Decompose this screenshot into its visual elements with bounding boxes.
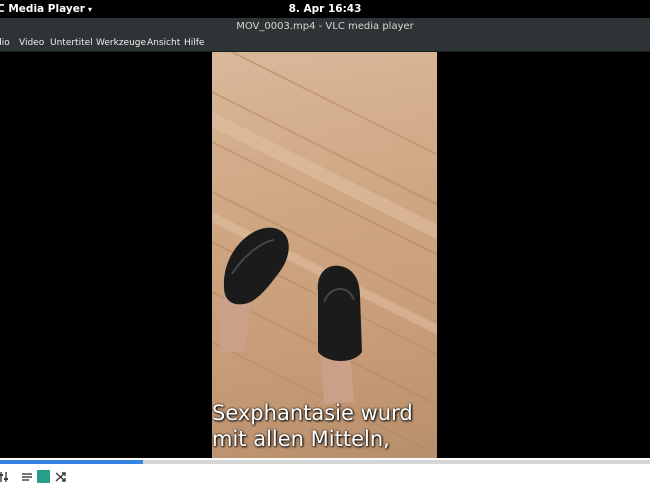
subtitle-overlay: Sexphantasie wurd mit allen Mitteln, <box>212 400 437 452</box>
menu-bar: dio Video Untertitel Werkzeuge Ansicht H… <box>0 35 650 52</box>
subtitle-line: Sexphantasie wurd <box>212 401 413 425</box>
seek-bar[interactable] <box>0 460 650 464</box>
window-title: MOV_0003.mp4 - VLC media player <box>0 18 650 35</box>
video-frame <box>212 52 437 458</box>
menu-subtitles[interactable]: Untertitel <box>50 38 93 48</box>
system-top-bar: C Media Player ▾ 8. Apr 16:43 <box>0 0 650 18</box>
shuffle-icon[interactable] <box>54 470 68 484</box>
menu-audio[interactable]: dio <box>0 38 10 48</box>
subtitle-line: mit allen Mitteln, <box>212 427 390 451</box>
seek-progress <box>0 460 143 464</box>
loop-icon[interactable] <box>37 470 50 483</box>
menu-view[interactable]: Ansicht <box>147 38 180 48</box>
menu-tools[interactable]: Werkzeuge <box>96 38 146 48</box>
menu-video[interactable]: Video <box>19 38 44 48</box>
control-bar <box>0 458 650 490</box>
playlist-icon[interactable] <box>20 470 34 484</box>
video-area[interactable]: Sexphantasie wurd mit allen Mitteln, <box>0 52 650 458</box>
menu-help[interactable]: Hilfe <box>184 38 204 48</box>
video-frame-illustration <box>212 52 437 456</box>
equalizer-icon[interactable] <box>0 470 10 484</box>
clock[interactable]: 8. Apr 16:43 <box>0 3 650 15</box>
